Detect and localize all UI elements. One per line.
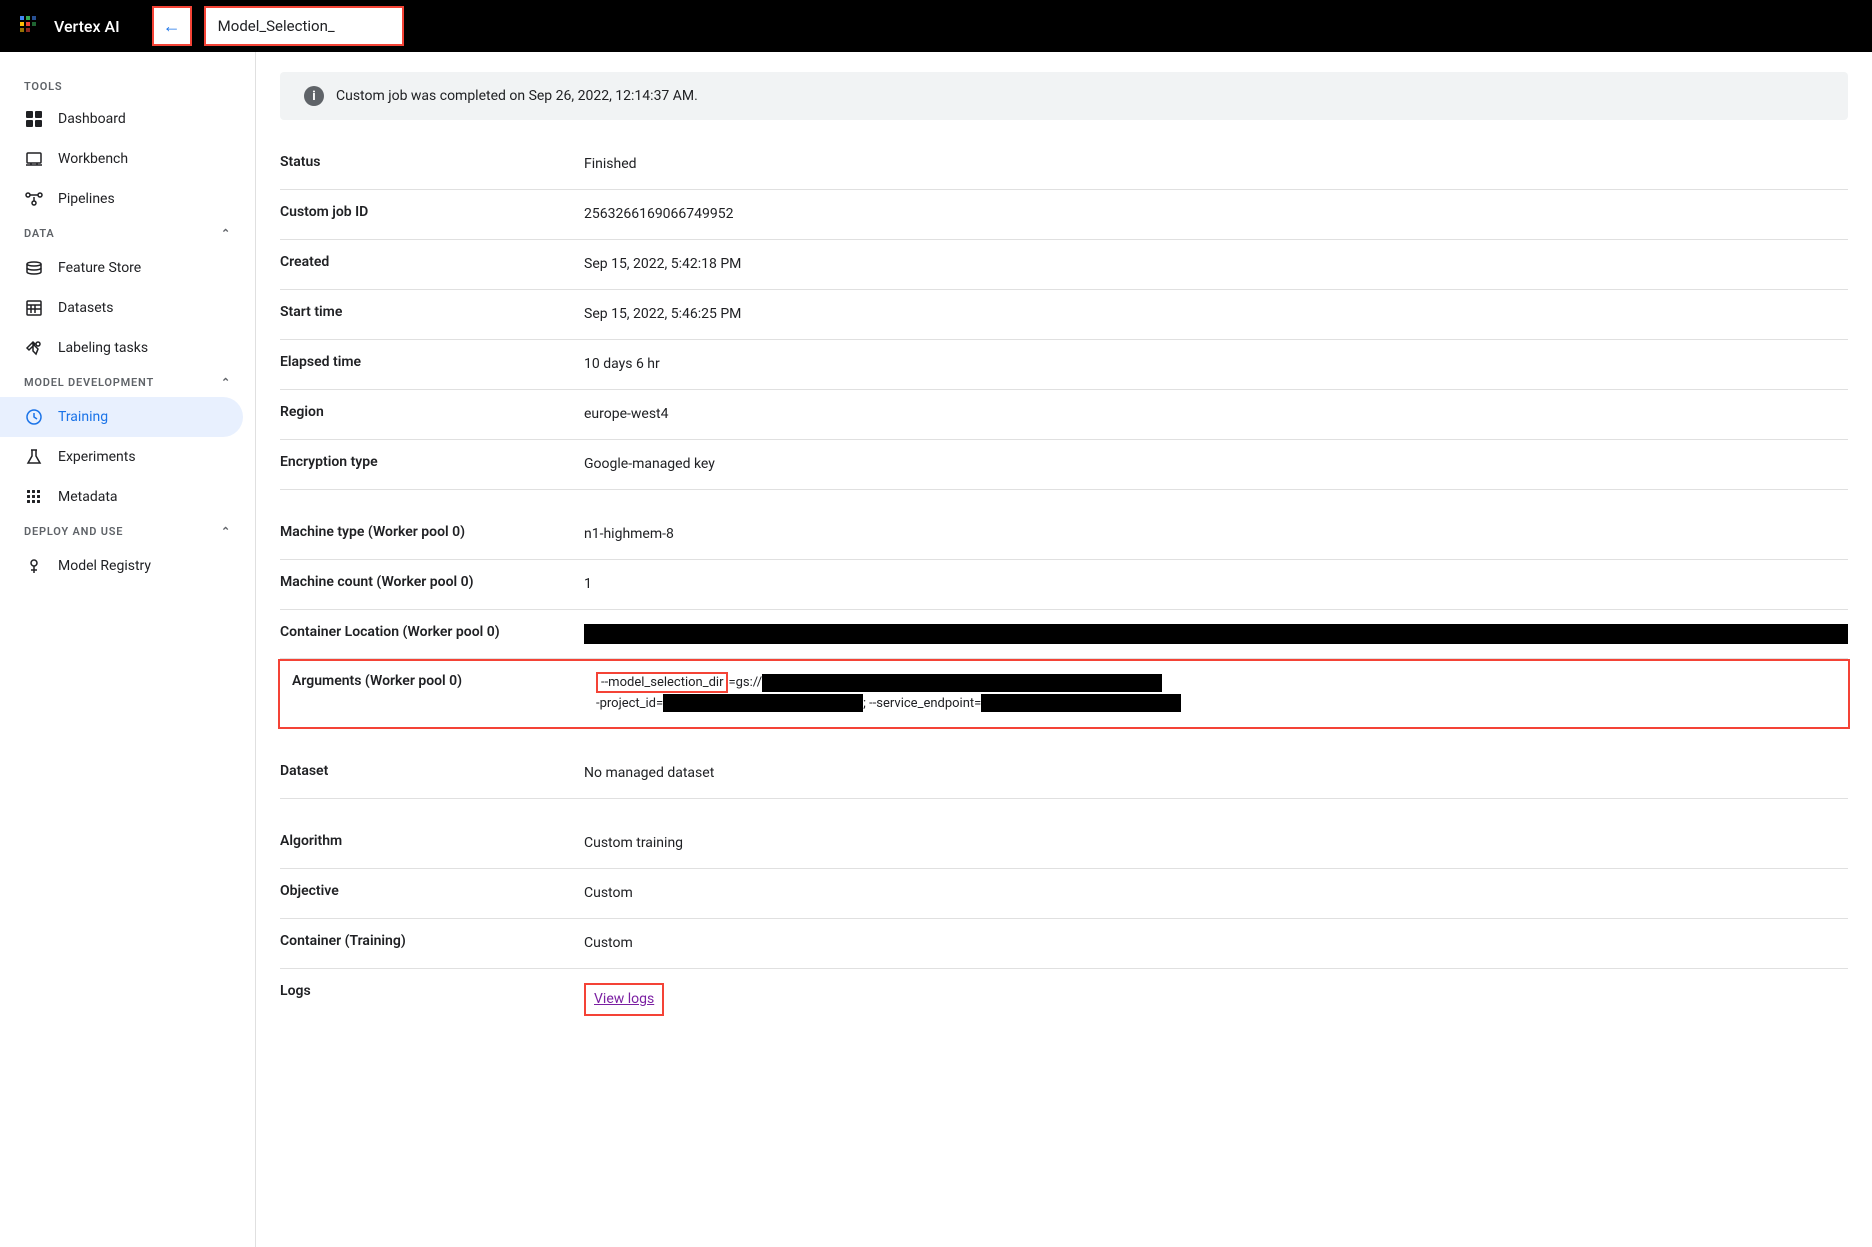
metadata-icon (24, 487, 44, 507)
algorithm-value: Custom training (584, 833, 1848, 854)
status-label: Status (280, 154, 560, 170)
datasets-label: Datasets (58, 300, 113, 316)
container-location-row: Container Location (Worker pool 0) (280, 610, 1848, 659)
machine-type-label: Machine type (Worker pool 0) (280, 524, 560, 540)
workbench-icon (24, 149, 44, 169)
app-logo: Vertex AI (16, 12, 120, 40)
labeling-tasks-icon (24, 338, 44, 358)
custom-job-id-value: 2563266169066749952 (584, 204, 1848, 225)
machine-count-value: 1 (584, 574, 1848, 595)
view-logs-link[interactable]: View logs (584, 983, 664, 1016)
model-registry-label: Model Registry (58, 558, 151, 574)
model-dev-chevron-icon: ⌃ (221, 376, 231, 389)
sidebar-item-dashboard[interactable]: Dashboard (0, 99, 243, 139)
dashboard-icon (24, 109, 44, 129)
sidebar-item-metadata[interactable]: Metadata (0, 477, 243, 517)
tools-section-label: TOOLS (0, 68, 255, 99)
arguments-row: Arguments (Worker pool 0) --model_select… (278, 659, 1850, 729)
data-chevron-icon: ⌃ (221, 227, 231, 240)
banner-text: Custom job was completed on Sep 26, 2022… (336, 88, 698, 104)
objective-value: Custom (584, 883, 1848, 904)
sidebar-item-feature-store[interactable]: Feature Store (0, 248, 243, 288)
experiments-icon (24, 447, 44, 467)
logs-row: Logs View logs (280, 969, 1848, 1030)
objective-row: Objective Custom (280, 869, 1848, 919)
region-value: europe-west4 (584, 404, 1848, 425)
elapsed-time-value: 10 days 6 hr (584, 354, 1848, 375)
encryption-type-value: Google-managed key (584, 454, 1848, 475)
machine-type-row: Machine type (Worker pool 0) n1-highmem-… (280, 510, 1848, 560)
dataset-label: Dataset (280, 763, 560, 779)
data-section-header: DATA ⌃ (0, 219, 255, 248)
details-table: Status Finished Custom job ID 2563266169… (280, 140, 1848, 1030)
feature-store-label: Feature Store (58, 260, 141, 276)
elapsed-time-label: Elapsed time (280, 354, 560, 370)
custom-job-id-label: Custom job ID (280, 204, 560, 220)
status-value: Finished (584, 154, 1848, 175)
created-label: Created (280, 254, 560, 270)
main-content: i Custom job was completed on Sep 26, 20… (256, 52, 1872, 1247)
algorithm-row: Algorithm Custom training (280, 819, 1848, 869)
labeling-tasks-label: Labeling tasks (58, 340, 148, 356)
training-label: Training (58, 409, 108, 425)
arguments-label: Arguments (Worker pool 0) (292, 673, 572, 689)
experiments-label: Experiments (58, 449, 136, 465)
created-value: Sep 15, 2022, 5:42:18 PM (584, 254, 1848, 275)
dataset-row: Dataset No managed dataset (280, 749, 1848, 799)
sidebar-item-pipelines[interactable]: Pipelines (0, 179, 243, 219)
container-location-value (584, 624, 1848, 644)
encryption-type-label: Encryption type (280, 454, 560, 470)
algorithm-label: Algorithm (280, 833, 560, 849)
start-time-row: Start time Sep 15, 2022, 5:46:25 PM (280, 290, 1848, 340)
model-dev-section-header: MODEL DEVELOPMENT ⌃ (0, 368, 255, 397)
custom-job-id-row: Custom job ID 2563266169066749952 (280, 190, 1848, 240)
created-row: Created Sep 15, 2022, 5:42:18 PM (280, 240, 1848, 290)
container-location-label: Container Location (Worker pool 0) (280, 624, 560, 640)
container-training-label: Container (Training) (280, 933, 560, 949)
model-registry-icon (24, 556, 44, 576)
vertex-ai-logo-icon (16, 12, 44, 40)
sidebar-item-workbench[interactable]: Workbench (0, 139, 243, 179)
dashboard-label: Dashboard (58, 111, 126, 127)
encryption-type-row: Encryption type Google-managed key (280, 440, 1848, 490)
pipelines-icon (24, 189, 44, 209)
sidebar-item-experiments[interactable]: Experiments (0, 437, 243, 477)
main-layout: TOOLS Dashboard Workbench Pipelines DATA… (0, 52, 1872, 1247)
region-row: Region europe-west4 (280, 390, 1848, 440)
deploy-section-header: DEPLOY AND USE ⌃ (0, 517, 255, 546)
datasets-icon (24, 298, 44, 318)
container-training-row: Container (Training) Custom (280, 919, 1848, 969)
sidebar-item-training[interactable]: Training (0, 397, 243, 437)
sidebar-item-labeling-tasks[interactable]: Labeling tasks (0, 328, 243, 368)
training-icon (24, 407, 44, 427)
start-time-value: Sep 15, 2022, 5:46:25 PM (584, 304, 1848, 325)
top-header: Vertex AI ← Model_Selection_ (0, 0, 1872, 52)
metadata-label: Metadata (58, 489, 118, 505)
feature-store-icon (24, 258, 44, 278)
status-row: Status Finished (280, 140, 1848, 190)
machine-count-row: Machine count (Worker pool 0) 1 (280, 560, 1848, 610)
pipelines-label: Pipelines (58, 191, 115, 207)
objective-label: Objective (280, 883, 560, 899)
elapsed-time-row: Elapsed time 10 days 6 hr (280, 340, 1848, 390)
logs-value: View logs (584, 983, 1848, 1016)
workbench-label: Workbench (58, 151, 128, 167)
back-button[interactable]: ← (152, 6, 192, 46)
machine-count-label: Machine count (Worker pool 0) (280, 574, 560, 590)
page-title-input: Model_Selection_ (204, 6, 404, 46)
start-time-label: Start time (280, 304, 560, 320)
dataset-value: No managed dataset (584, 763, 1848, 784)
info-icon: i (304, 86, 324, 106)
sidebar: TOOLS Dashboard Workbench Pipelines DATA… (0, 52, 256, 1247)
machine-type-value: n1-highmem-8 (584, 524, 1848, 545)
sidebar-item-datasets[interactable]: Datasets (0, 288, 243, 328)
region-label: Region (280, 404, 560, 420)
sidebar-item-model-registry[interactable]: Model Registry (0, 546, 243, 586)
arguments-value: --model_selection_dir=gs:// -project_id=… (596, 673, 1836, 715)
container-training-value: Custom (584, 933, 1848, 954)
deploy-chevron-icon: ⌃ (221, 525, 231, 538)
logs-label: Logs (280, 983, 560, 999)
info-banner: i Custom job was completed on Sep 26, 20… (280, 72, 1848, 120)
